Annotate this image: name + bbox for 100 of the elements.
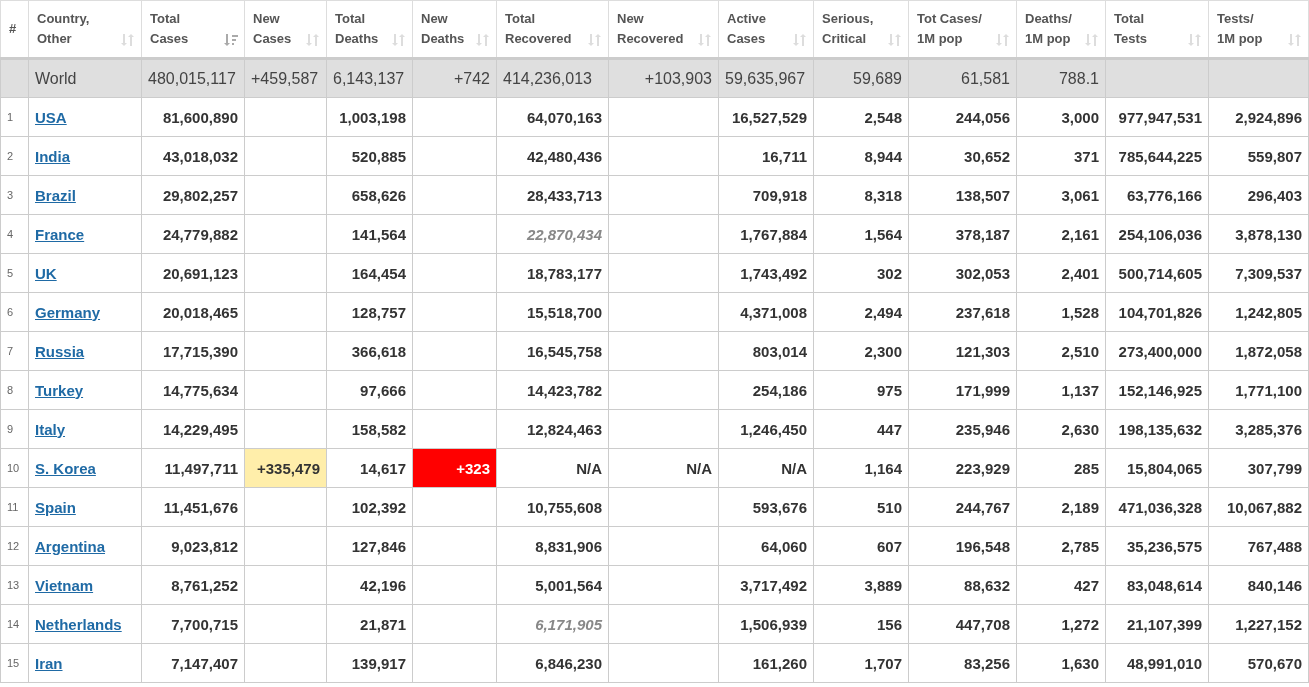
cell-value: 42,196 <box>360 576 406 594</box>
country-link[interactable]: Turkey <box>35 381 84 399</box>
cell-value: 29,802,257 <box>162 186 238 204</box>
cell-value: 244,767 <box>955 498 1010 516</box>
cell-value: 593,676 <box>752 498 807 516</box>
cell-value: 43,018,032 <box>162 147 238 165</box>
rank-number: 14 <box>7 618 20 630</box>
country-link[interactable]: Brazil <box>35 186 76 204</box>
cell-value: 975 <box>876 381 902 399</box>
cell-value: 2,161 <box>1061 225 1099 243</box>
country-link[interactable]: Spain <box>35 498 76 516</box>
country-link[interactable]: UK <box>35 264 57 282</box>
cell-value: 788.1 <box>1058 69 1099 87</box>
country-link[interactable]: USA <box>35 108 67 126</box>
cell-value: 102,392 <box>351 498 406 516</box>
rank-number: 10 <box>7 462 20 474</box>
sort-icon[interactable] <box>888 33 902 47</box>
cell-value: 254,106,036 <box>1118 225 1202 243</box>
rank-number: 7 <box>7 345 14 357</box>
cell-value: 1,227,152 <box>1235 615 1302 633</box>
sort-icon[interactable] <box>121 33 135 47</box>
cell-value: 8,761,252 <box>171 576 238 594</box>
cell-value: 302,053 <box>955 264 1010 282</box>
cell-value: 785,644,225 <box>1118 147 1202 165</box>
country-link[interactable]: Iran <box>35 654 63 672</box>
cell-value: N/A <box>781 459 807 477</box>
cell-value: 1,242,805 <box>1235 303 1302 321</box>
cell-value: 48,991,010 <box>1126 654 1202 672</box>
rank-number: 2 <box>7 150 14 162</box>
cell-value: 1,137 <box>1061 381 1099 399</box>
cell-value: 11,451,676 <box>163 498 238 516</box>
cell-value: 1,506,939 <box>740 615 807 633</box>
sort-icon[interactable] <box>698 33 712 47</box>
cell-value: 1,528 <box>1061 303 1099 321</box>
sort-icon[interactable] <box>1188 33 1202 47</box>
cell-value: 156 <box>876 615 902 633</box>
cell-value: 11,497,711 <box>164 459 238 477</box>
cell-value: 198,135,632 <box>1118 420 1202 438</box>
cell-value: 1,164 <box>864 459 902 477</box>
cell-value: 16,711 <box>761 147 807 165</box>
sort-icon[interactable] <box>392 33 406 47</box>
cell-value: 139,917 <box>351 654 406 672</box>
cell-value: 378,187 <box>955 225 1010 243</box>
cell-value: 447,708 <box>955 615 1010 633</box>
sort-icon[interactable] <box>793 33 807 47</box>
cell-value: +103,903 <box>644 69 712 87</box>
cell-value: 235,946 <box>955 420 1010 438</box>
cell-value: 161,260 <box>752 654 807 672</box>
sort-icon[interactable] <box>588 33 602 47</box>
country-link[interactable]: Russia <box>35 342 85 360</box>
rank-number: 8 <box>7 384 14 396</box>
cell-value: 61,581 <box>961 69 1010 87</box>
cell-value: 2,300 <box>864 342 902 360</box>
sort-icon[interactable] <box>306 33 320 47</box>
cell-value: 21,871 <box>360 615 406 633</box>
cell-value: 2,548 <box>864 108 902 126</box>
cell-value: 15,804,065 <box>1126 459 1202 477</box>
cell-value: 59,689 <box>853 69 902 87</box>
sort-icon[interactable] <box>1085 33 1099 47</box>
cell-value: 4,371,008 <box>740 303 807 321</box>
rank-number: 11 <box>7 501 19 513</box>
cell-value: 128,757 <box>351 303 406 321</box>
cell-value: 2,785 <box>1061 537 1099 555</box>
sort-icon[interactable] <box>476 33 490 47</box>
cell-value: 18,783,177 <box>526 264 602 282</box>
cell-value: 63,776,166 <box>1126 186 1202 204</box>
cell-value: 138,507 <box>955 186 1010 204</box>
country-link[interactable]: France <box>35 225 85 243</box>
cell-value: 28,433,713 <box>526 186 602 204</box>
cell-value: 6,143,137 <box>333 69 405 87</box>
cell-value: 35,236,575 <box>1126 537 1202 555</box>
rank-number: 5 <box>7 267 14 279</box>
cell-value: 471,036,328 <box>1118 498 1202 516</box>
cell-value: 500,714,605 <box>1118 264 1202 282</box>
cell-value: 977,947,531 <box>1118 108 1202 126</box>
cell-value: 2,189 <box>1061 498 1099 516</box>
cell-value: 22,870,434 <box>526 225 602 243</box>
cell-value: 8,831,906 <box>535 537 602 555</box>
cell-value: 10,067,882 <box>1226 498 1302 516</box>
country-link[interactable]: Italy <box>35 420 65 438</box>
cell-value: 237,618 <box>955 303 1010 321</box>
cell-value: 12,824,463 <box>526 420 602 438</box>
cell-value: 158,582 <box>351 420 406 438</box>
sort-icon[interactable] <box>1288 33 1302 47</box>
cell-value: 104,701,826 <box>1118 303 1202 321</box>
cell-value: 64,060 <box>761 537 807 555</box>
cell-value: 1,872,058 <box>1235 342 1302 360</box>
cell-value: 2,494 <box>864 303 902 321</box>
sort-icon[interactable] <box>996 33 1010 47</box>
cell-value: 3,061 <box>1061 186 1099 204</box>
cell-value: 8,944 <box>864 147 902 165</box>
cell-value: +459,587 <box>251 69 319 87</box>
cell-value: 21,107,399 <box>1126 615 1202 633</box>
cell-value: 15,518,700 <box>526 303 602 321</box>
cell-value: 14,229,495 <box>162 420 238 438</box>
cell-value: 1,564 <box>864 225 902 243</box>
country-link[interactable]: India <box>35 147 70 165</box>
cell-value: 427 <box>1073 576 1099 594</box>
cell-value: N/A <box>576 459 602 477</box>
sort-icon[interactable] <box>224 33 238 47</box>
